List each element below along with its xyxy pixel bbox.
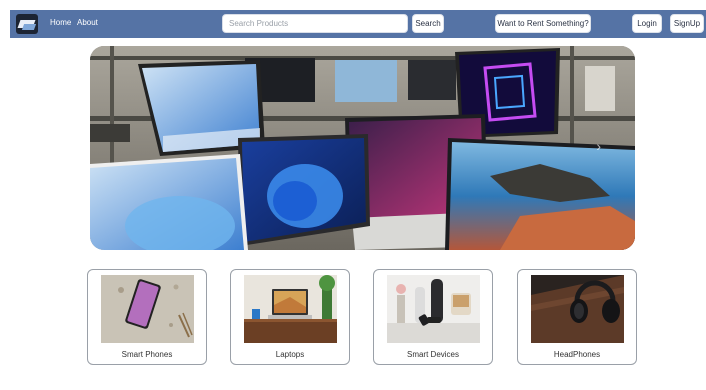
category-card-smart-devices[interactable]: Smart Devices — [373, 269, 493, 365]
hero-laptops-image — [90, 46, 635, 250]
laptop-logo-icon[interactable] — [16, 14, 38, 34]
chevron-right-icon[interactable]: › — [596, 138, 601, 154]
rent-button[interactable]: Want to Rent Something? — [495, 14, 591, 33]
nav-home-link[interactable]: Home — [50, 18, 71, 27]
category-label: Smart Devices — [406, 350, 459, 359]
nav-about-link[interactable]: About — [77, 18, 98, 27]
category-label: HeadPhones — [553, 350, 601, 359]
category-card-laptops[interactable]: Laptops — [230, 269, 350, 365]
navbar: Home About Search Want to Rent Something… — [10, 10, 706, 38]
smart-speakers-image — [387, 275, 480, 343]
smartphone-image — [101, 275, 194, 343]
login-button[interactable]: Login — [632, 14, 662, 33]
signup-button[interactable]: SignUp — [670, 14, 704, 33]
category-label: Smart Phones — [121, 350, 173, 359]
laptop-image — [244, 275, 337, 343]
category-card-smart-phones[interactable]: Smart Phones — [87, 269, 207, 365]
headphones-image — [531, 275, 624, 343]
search-button[interactable]: Search — [412, 14, 444, 33]
category-card-headphones[interactable]: HeadPhones — [517, 269, 637, 365]
search-input[interactable] — [222, 14, 408, 33]
category-label: Laptops — [275, 350, 305, 359]
hero-carousel[interactable]: › — [90, 46, 635, 250]
